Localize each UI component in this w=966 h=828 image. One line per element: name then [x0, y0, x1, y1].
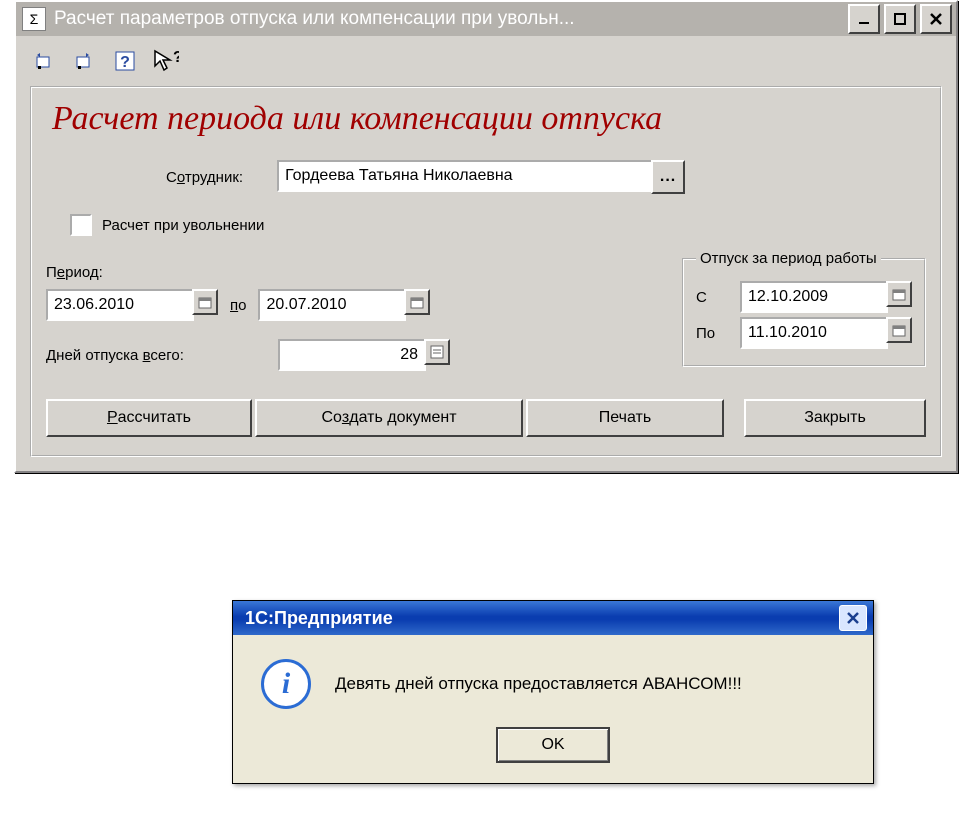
- ok-button[interactable]: OK: [496, 727, 610, 763]
- context-help-icon[interactable]: ?: [150, 48, 180, 74]
- print-button[interactable]: Печать: [526, 399, 724, 437]
- work-to-label: По: [696, 325, 726, 342]
- toolbar: ? ?: [16, 36, 956, 80]
- work-period-group: Отпуск за период работы С 12.10.2009 По …: [682, 250, 926, 367]
- period-label: Период:: [46, 264, 682, 281]
- close-form-button[interactable]: Закрыть: [744, 399, 926, 437]
- maximize-button[interactable]: [884, 4, 916, 34]
- employee-label: Сотрудник:: [166, 169, 243, 186]
- close-button[interactable]: [920, 4, 952, 34]
- create-document-button[interactable]: Создать документ: [255, 399, 523, 437]
- window-title: Расчет параметров отпуска или компенсаци…: [54, 8, 848, 30]
- message-title: 1С:Предприятие: [245, 608, 393, 629]
- message-box: 1С:Предприятие i Девять дней отпуска пре…: [232, 600, 874, 784]
- app-icon: Σ: [22, 7, 46, 31]
- info-icon: i: [261, 659, 311, 709]
- calendar-icon[interactable]: [192, 289, 218, 315]
- svg-text:?: ?: [173, 49, 179, 66]
- employee-picker-button[interactable]: ...: [651, 160, 685, 194]
- panel-title: Расчет периода или компенсации отпуска: [52, 100, 926, 138]
- calculate-button[interactable]: Рассчитать: [46, 399, 252, 437]
- work-to-field[interactable]: 11.10.2010: [740, 317, 888, 349]
- period-from-field[interactable]: 23.06.2010: [46, 289, 194, 321]
- main-window: Σ Расчет параметров отпуска или компенса…: [14, 0, 958, 473]
- svg-text:?: ?: [120, 54, 130, 71]
- toolbar-button-2[interactable]: [70, 48, 100, 74]
- days-label: Дней отпуска всего:: [46, 347, 266, 364]
- message-text: Девять дней отпуска предоставляется АВАН…: [335, 674, 742, 694]
- period-to-field[interactable]: 20.07.2010: [258, 289, 406, 321]
- window-controls: [848, 4, 952, 34]
- help-icon[interactable]: ?: [110, 48, 140, 74]
- calendar-icon[interactable]: [886, 281, 912, 307]
- titlebar: Σ Расчет параметров отпуска или компенса…: [16, 2, 956, 36]
- message-titlebar: 1С:Предприятие: [233, 601, 873, 635]
- employee-field[interactable]: Гордеева Татьяна Николаевна: [277, 160, 653, 192]
- calendar-icon[interactable]: [404, 289, 430, 315]
- work-period-legend: Отпуск за период работы: [696, 250, 881, 267]
- po-label: по: [230, 297, 246, 314]
- dismissal-checkbox-label: Расчет при увольнении: [102, 217, 264, 234]
- work-from-field[interactable]: 12.10.2009: [740, 281, 888, 313]
- days-total-field[interactable]: 28: [278, 339, 426, 371]
- minimize-button[interactable]: [848, 4, 880, 34]
- toolbar-button-1[interactable]: [30, 48, 60, 74]
- work-from-label: С: [696, 289, 726, 306]
- message-close-button[interactable]: [839, 605, 867, 631]
- dismissal-checkbox[interactable]: [70, 214, 92, 236]
- main-panel: Расчет периода или компенсации отпуска С…: [30, 86, 942, 457]
- calculator-icon[interactable]: [424, 339, 450, 365]
- calendar-icon[interactable]: [886, 317, 912, 343]
